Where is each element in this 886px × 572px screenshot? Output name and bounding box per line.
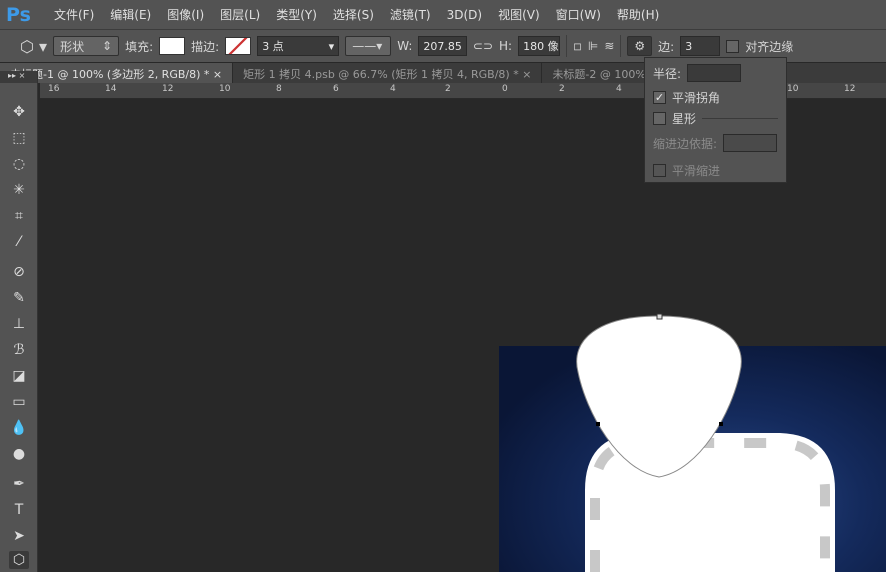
star-checkbox[interactable] [653,112,666,125]
smooth-indent-label: 平滑缩进 [672,164,721,178]
anchor-point [719,422,723,426]
smooth-indent-row: 平滑缩进 [653,162,720,179]
divider [702,118,779,119]
radius-row: 半径: [653,64,742,82]
smooth-corners-checkbox[interactable]: ✓ [653,91,666,104]
indent-row: 缩进边依据: [653,134,778,152]
star-row[interactable]: 星形 [653,110,779,127]
indent-label: 缩进边依据: [653,136,718,151]
smooth-corners-label: 平滑拐角 [672,91,721,105]
anchor-point [656,313,663,320]
indent-input [723,134,778,152]
star-label: 星形 [672,112,697,126]
radius-input[interactable] [687,64,742,82]
anchor-point [596,422,600,426]
smooth-corners-row[interactable]: ✓ 平滑拐角 [653,89,720,106]
smooth-indent-checkbox [653,164,666,177]
radius-label: 半径: [653,66,682,81]
polygon-options-dropdown: 半径: ✓ 平滑拐角 星形 缩进边依据: 平滑缩进 [644,57,787,183]
